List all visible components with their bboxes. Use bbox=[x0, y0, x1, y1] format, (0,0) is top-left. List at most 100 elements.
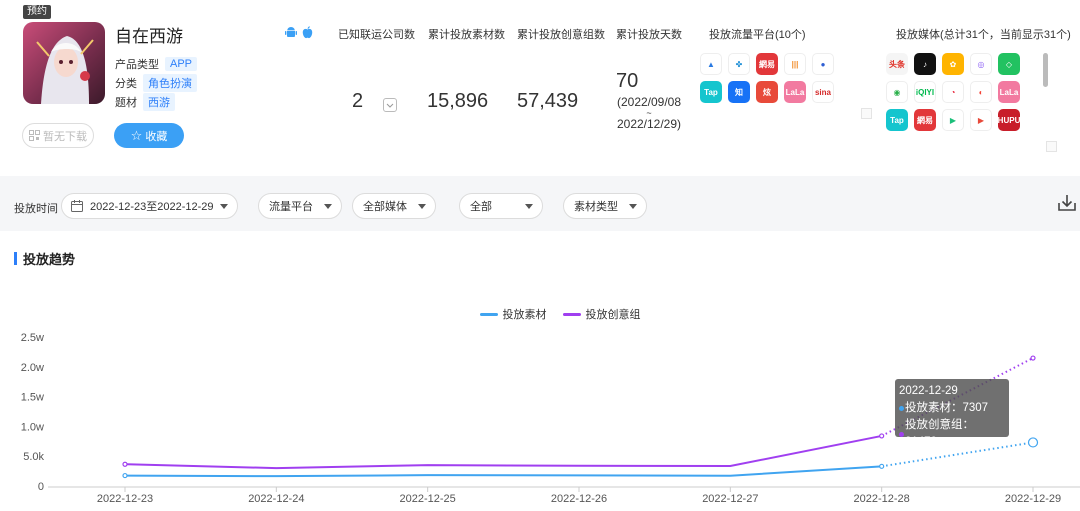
media-select-value: 全部媒体 bbox=[363, 201, 407, 213]
companies-header: 已知联运公司数 bbox=[338, 29, 415, 41]
series-line-1 bbox=[124, 434, 882, 470]
placeholder-box bbox=[1046, 141, 1057, 152]
apple-icon bbox=[302, 26, 313, 39]
meta-label: 题材 bbox=[115, 97, 137, 109]
days-value: 70 bbox=[616, 70, 639, 92]
media-scrollbar[interactable] bbox=[1043, 53, 1048, 87]
all-select-value: 全部 bbox=[470, 201, 492, 213]
platform-8-icon[interactable]: 炫 bbox=[756, 81, 778, 103]
platform-1-icon[interactable]: ▲ bbox=[700, 53, 722, 75]
media-14-icon[interactable]: ▶ bbox=[970, 109, 992, 131]
platforms-header: 投放流量平台(10个) bbox=[709, 29, 806, 41]
date-range-value: 2022-12-23至2022-12-29 bbox=[90, 201, 214, 213]
app-root: 预约 自在西游 产品类型 APP 分类 角色扮演 题材 西游 暂无下载 ☆ 收藏… bbox=[0, 0, 1080, 511]
media-9-icon[interactable]: ◐ bbox=[970, 81, 992, 103]
data-point[interactable] bbox=[879, 463, 885, 469]
platform-icon-grid: ▲ ✤ 網易 ||| ● Tap 知炫 LaLa sina bbox=[700, 53, 834, 103]
download-icon bbox=[1058, 195, 1076, 211]
favorite-button[interactable]: ☆ 收藏 bbox=[114, 123, 184, 148]
material-type-value: 素材类型 bbox=[574, 201, 618, 213]
zhihu-icon[interactable]: 知 bbox=[728, 81, 750, 103]
section-title-text: 投放趋势 bbox=[23, 252, 76, 267]
app-info-panel: 预约 自在西游 产品类型 APP 分类 角色扮演 题材 西游 暂无下载 ☆ 收藏… bbox=[0, 0, 1080, 176]
media-6-icon[interactable]: ◉ bbox=[886, 81, 908, 103]
data-point[interactable] bbox=[122, 472, 128, 479]
data-point[interactable] bbox=[1027, 437, 1039, 448]
media-lala-icon[interactable]: LaLa bbox=[998, 81, 1020, 103]
x-tick-label: 2022-12-25 bbox=[400, 493, 456, 505]
x-tick-label: 2022-12-27 bbox=[702, 493, 758, 505]
meta-chip[interactable]: APP bbox=[165, 57, 198, 71]
time-filter-label: 投放时间 bbox=[14, 203, 58, 215]
legend-swatch bbox=[479, 312, 498, 316]
legend-swatch bbox=[562, 312, 581, 316]
x-tick-label: 2022-12-26 bbox=[551, 493, 607, 505]
meta-product-type: 产品类型 APP bbox=[115, 56, 198, 72]
platform-4-icon[interactable]: ||| bbox=[784, 53, 806, 75]
favorite-label: 收藏 bbox=[145, 130, 168, 143]
section-title: 投放趋势 bbox=[14, 249, 75, 268]
download-button[interactable] bbox=[1057, 193, 1077, 213]
app-title: 自在西游 bbox=[115, 27, 183, 46]
weibo-icon[interactable]: ◔ bbox=[942, 81, 964, 103]
creative-groups-value: 57,439 bbox=[517, 90, 579, 112]
no-download-label: 暂无下载 bbox=[43, 130, 87, 143]
y-tick-label: 5.0k bbox=[23, 451, 44, 463]
baidu-icon[interactable]: ● bbox=[812, 53, 834, 75]
data-point[interactable] bbox=[1030, 355, 1036, 361]
hupu-icon[interactable]: HUPU bbox=[998, 109, 1020, 131]
expand-companies-button[interactable] bbox=[383, 98, 397, 112]
y-tick-label: 1.5w bbox=[21, 392, 44, 404]
iqiyi-icon[interactable]: iQIYI bbox=[914, 81, 936, 103]
meta-chip[interactable]: 角色扮演 bbox=[143, 74, 197, 92]
x-tick-label: 2022-12-24 bbox=[248, 493, 304, 505]
material-type-select[interactable]: 素材类型 bbox=[563, 193, 647, 219]
materials-value: 15,896 bbox=[427, 90, 489, 112]
sina-icon[interactable]: sina bbox=[812, 81, 834, 103]
platform-select[interactable]: 流量平台 bbox=[258, 193, 342, 219]
platform-2-icon[interactable]: ✤ bbox=[728, 53, 750, 75]
caret-down-icon bbox=[418, 204, 426, 209]
y-tick-label: 1.0w bbox=[21, 421, 44, 433]
star-icon: ☆ bbox=[130, 128, 143, 143]
preorder-tag: 预约 bbox=[23, 5, 51, 19]
media-4-icon[interactable]: ◎ bbox=[970, 53, 992, 75]
materials-header: 累计投放素材数 bbox=[428, 29, 505, 41]
days-header: 累计投放天数 bbox=[616, 29, 682, 41]
placeholder-box bbox=[861, 108, 872, 119]
no-download-button[interactable]: 暂无下载 bbox=[22, 123, 94, 148]
media-netease-icon[interactable]: 網易 bbox=[914, 109, 936, 131]
netease-icon[interactable]: 網易 bbox=[756, 53, 778, 75]
os-icons bbox=[285, 26, 313, 39]
x-tick-label: 2022-12-29 bbox=[1005, 493, 1061, 505]
app-avatar bbox=[23, 22, 105, 104]
date-range-select[interactable]: 2022-12-23至2022-12-29 bbox=[61, 193, 238, 219]
media-5-icon[interactable]: ◇ bbox=[998, 53, 1020, 75]
media-tap-icon[interactable]: Tap bbox=[886, 109, 908, 131]
days-range: (2022/09/08 ~ 2022/12/29) bbox=[616, 96, 682, 131]
media-icon-grid: 头条 ♪ ✿ ◎ ◇ ◉ iQIYI ◔ ◐ LaLa Tap 網易 ▶ ▶ HUPU bbox=[886, 53, 1020, 131]
toutiao-icon[interactable]: 头条 bbox=[886, 53, 908, 75]
taptap-icon[interactable]: Tap bbox=[700, 81, 722, 103]
media-13-icon[interactable]: ▶ bbox=[942, 109, 964, 131]
qr-icon bbox=[29, 130, 40, 141]
lala-icon[interactable]: LaLa bbox=[784, 81, 806, 103]
creative-groups-header: 累计投放创意组数 bbox=[517, 29, 605, 41]
tooltip-row-materials: 投放素材：7307 bbox=[899, 400, 1005, 417]
tooltip-dot bbox=[899, 431, 904, 437]
chart-tooltip: 2022-12-29 投放素材：7307 投放创意组：21470 bbox=[895, 379, 1009, 448]
companies-value: 2 bbox=[352, 90, 364, 112]
caret-down-icon bbox=[324, 204, 332, 209]
data-point[interactable] bbox=[122, 461, 128, 467]
media-3-icon[interactable]: ✿ bbox=[942, 53, 964, 75]
douyin-icon[interactable]: ♪ bbox=[914, 53, 936, 75]
all-select[interactable]: 全部 bbox=[459, 193, 543, 219]
x-tick-label: 2022-12-23 bbox=[97, 493, 153, 505]
media-select[interactable]: 全部媒体 bbox=[352, 193, 436, 219]
meta-chip[interactable]: 西游 bbox=[143, 93, 175, 111]
days-end: 2022/12/29) bbox=[616, 117, 682, 131]
data-point[interactable] bbox=[879, 433, 885, 439]
tooltip-row-creative: 投放创意组：21470 bbox=[899, 417, 1005, 451]
section-accent bbox=[14, 252, 17, 265]
x-tick-label: 2022-12-28 bbox=[854, 493, 910, 505]
